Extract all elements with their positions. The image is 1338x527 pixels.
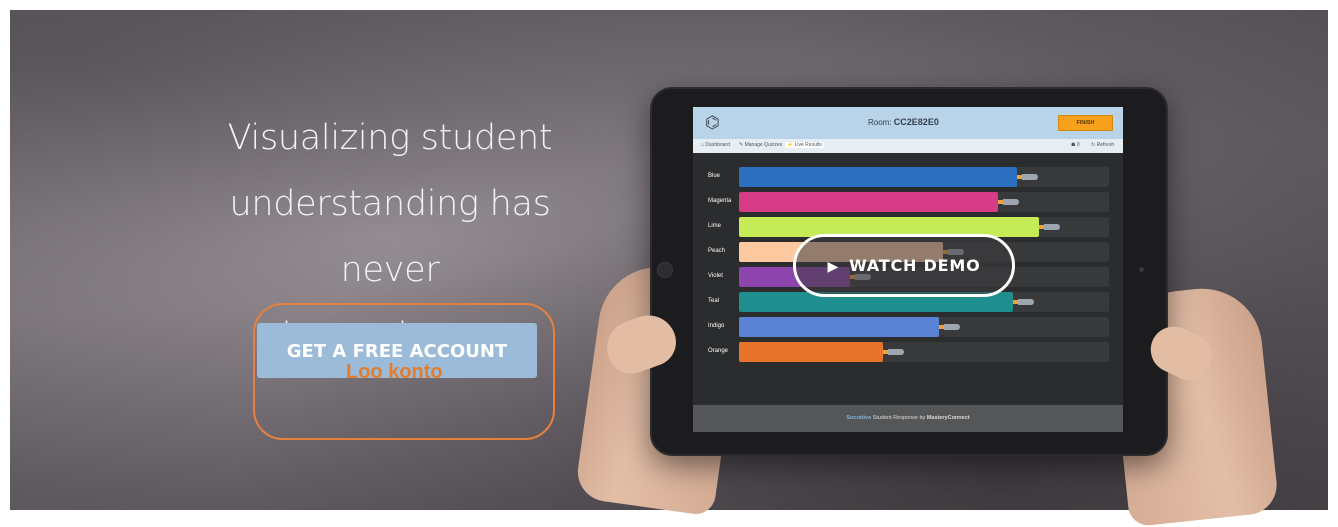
tablet-sensor (1139, 267, 1144, 272)
nav-live-results-label: Live Results (794, 142, 822, 148)
tablet-camera (657, 262, 673, 278)
student-count-value: 0 (1076, 142, 1080, 148)
team-label: Magenta (708, 198, 732, 204)
team-progress-bar (739, 167, 1017, 187)
rocket-icon (883, 349, 904, 355)
student-count: ☗ 0 (1071, 142, 1080, 148)
team-progress-bar (739, 192, 998, 212)
team-label: Orange (708, 348, 729, 354)
team-progress-bar (739, 342, 883, 362)
footer-brand: Socrative (846, 415, 872, 421)
refresh-label: Refresh (1096, 142, 1115, 148)
finish-button[interactable]: FINISH (1058, 115, 1113, 131)
app-footer: Socrative Student Response by MasteryCon… (693, 405, 1123, 432)
footer-company: MasteryConnect (926, 415, 970, 421)
nav-manage-quizzes[interactable]: ✎ Manage Quizzes (739, 142, 782, 148)
nav-live-results[interactable]: ⚡ Live Results (785, 142, 824, 148)
rocket-icon (1039, 224, 1060, 230)
room-label: Room: (868, 118, 892, 127)
room-info: Room: CC2E82E0 (868, 117, 939, 127)
team-progress-bar (739, 317, 939, 337)
app-nav: ⌂ Dashboard ✎ Manage Quizzes ⚡ Live Resu… (693, 139, 1123, 153)
nav-dashboard[interactable]: ⌂ Dashboard (701, 142, 730, 148)
watch-demo-button[interactable]: ▶ WATCH DEMO (793, 234, 1015, 297)
refresh-link[interactable]: ↻ Refresh (1091, 142, 1114, 148)
team-label: Teal (708, 298, 720, 304)
rocket-icon (1017, 174, 1038, 180)
play-icon: ▶ (827, 259, 840, 275)
team-label: Peach (708, 248, 726, 254)
watch-demo-label: WATCH DEMO (849, 256, 981, 275)
app-header: ⌬ Room: CC2E82E0 FINISH (693, 107, 1123, 139)
headline-line-2: understanding has never (229, 184, 551, 290)
rocket-icon (998, 199, 1019, 205)
footer-mid: Student Response by (871, 415, 927, 421)
annotation-text: Loo konto (346, 361, 443, 383)
team-label: Violet (708, 273, 723, 279)
room-code: CC2E82E0 (893, 117, 939, 127)
headline-line-1: Visualizing student (227, 118, 553, 158)
rocket-icon (939, 324, 960, 330)
nav-dashboard-label: Dashboard (705, 142, 730, 148)
hexagon-cluster-icon: ⌬ (705, 113, 720, 132)
nav-manage-quizzes-label: Manage Quizzes (744, 142, 783, 148)
team-label: Lime (708, 223, 722, 229)
team-label: Blue (708, 173, 721, 179)
team-label: Indigo (708, 323, 725, 329)
rocket-icon (1013, 299, 1034, 305)
